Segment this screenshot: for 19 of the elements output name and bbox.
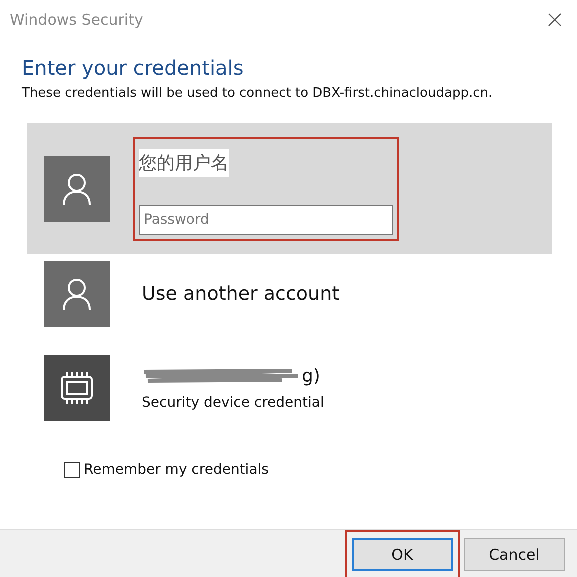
dialog-message: These credentials will be used to connect to DBX-first.chinacloudapp.cn. — [21, 85, 494, 101]
dialog-button[interactable]: OK — [352, 538, 453, 571]
window-title: Windows Security — [10, 11, 144, 29]
user-icon — [44, 261, 110, 327]
dialog-heading: Enter your credentials — [21, 56, 245, 80]
account-option: Use another account — [142, 283, 340, 305]
checkbox-label: Remember my credentials — [84, 462, 269, 478]
close-icon[interactable] — [548, 13, 562, 27]
annotation-label: 您的用户名 — [139, 148, 229, 176]
account-tile[interactable]: g) Security device credential — [27, 348, 552, 428]
dialog-button[interactable]: Cancel — [464, 538, 565, 571]
password-field[interactable]: Password — [139, 204, 393, 234]
user-icon — [44, 156, 110, 222]
account-tile[interactable]: Use another account — [27, 254, 552, 334]
checkbox[interactable] — [64, 462, 80, 478]
account-name: g) — [302, 366, 320, 386]
selected-account-tile[interactable]: 您的用户名 Password — [27, 123, 552, 254]
chip-icon — [44, 355, 110, 421]
account-description: Security device credential — [142, 394, 324, 410]
